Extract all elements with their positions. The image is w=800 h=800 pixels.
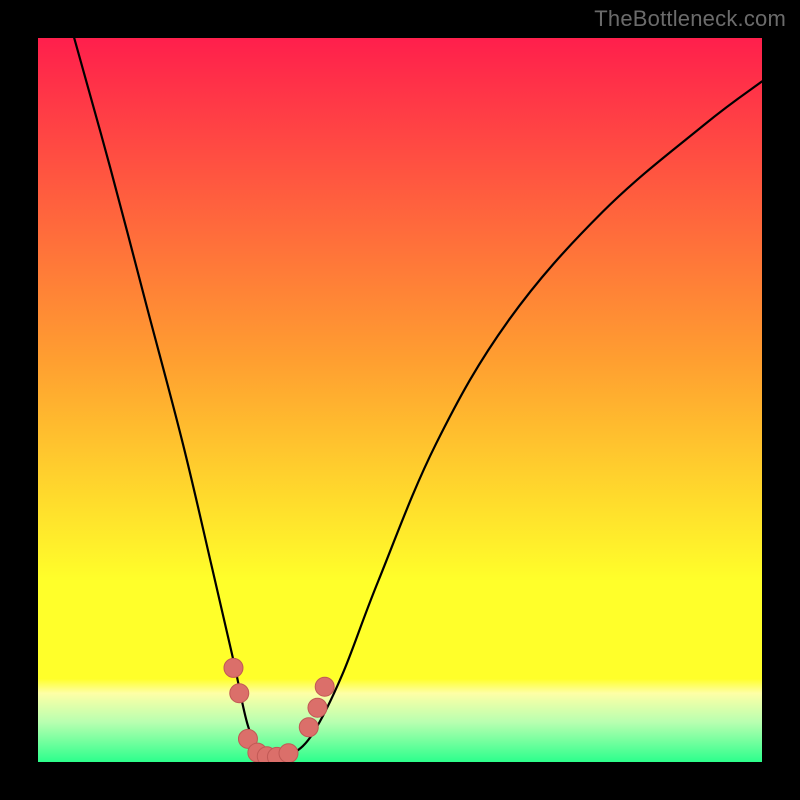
curve-marker [299,718,318,737]
curve-markers [224,658,334,762]
curve-marker [230,684,249,703]
attribution-text: TheBottleneck.com [594,6,786,32]
curve-marker [315,677,334,696]
curve-marker [224,658,243,677]
curve-marker [308,698,327,717]
bottleneck-curve [38,38,762,762]
plot-area [38,38,762,762]
outer-frame: TheBottleneck.com [0,0,800,800]
curve-marker [279,744,298,762]
